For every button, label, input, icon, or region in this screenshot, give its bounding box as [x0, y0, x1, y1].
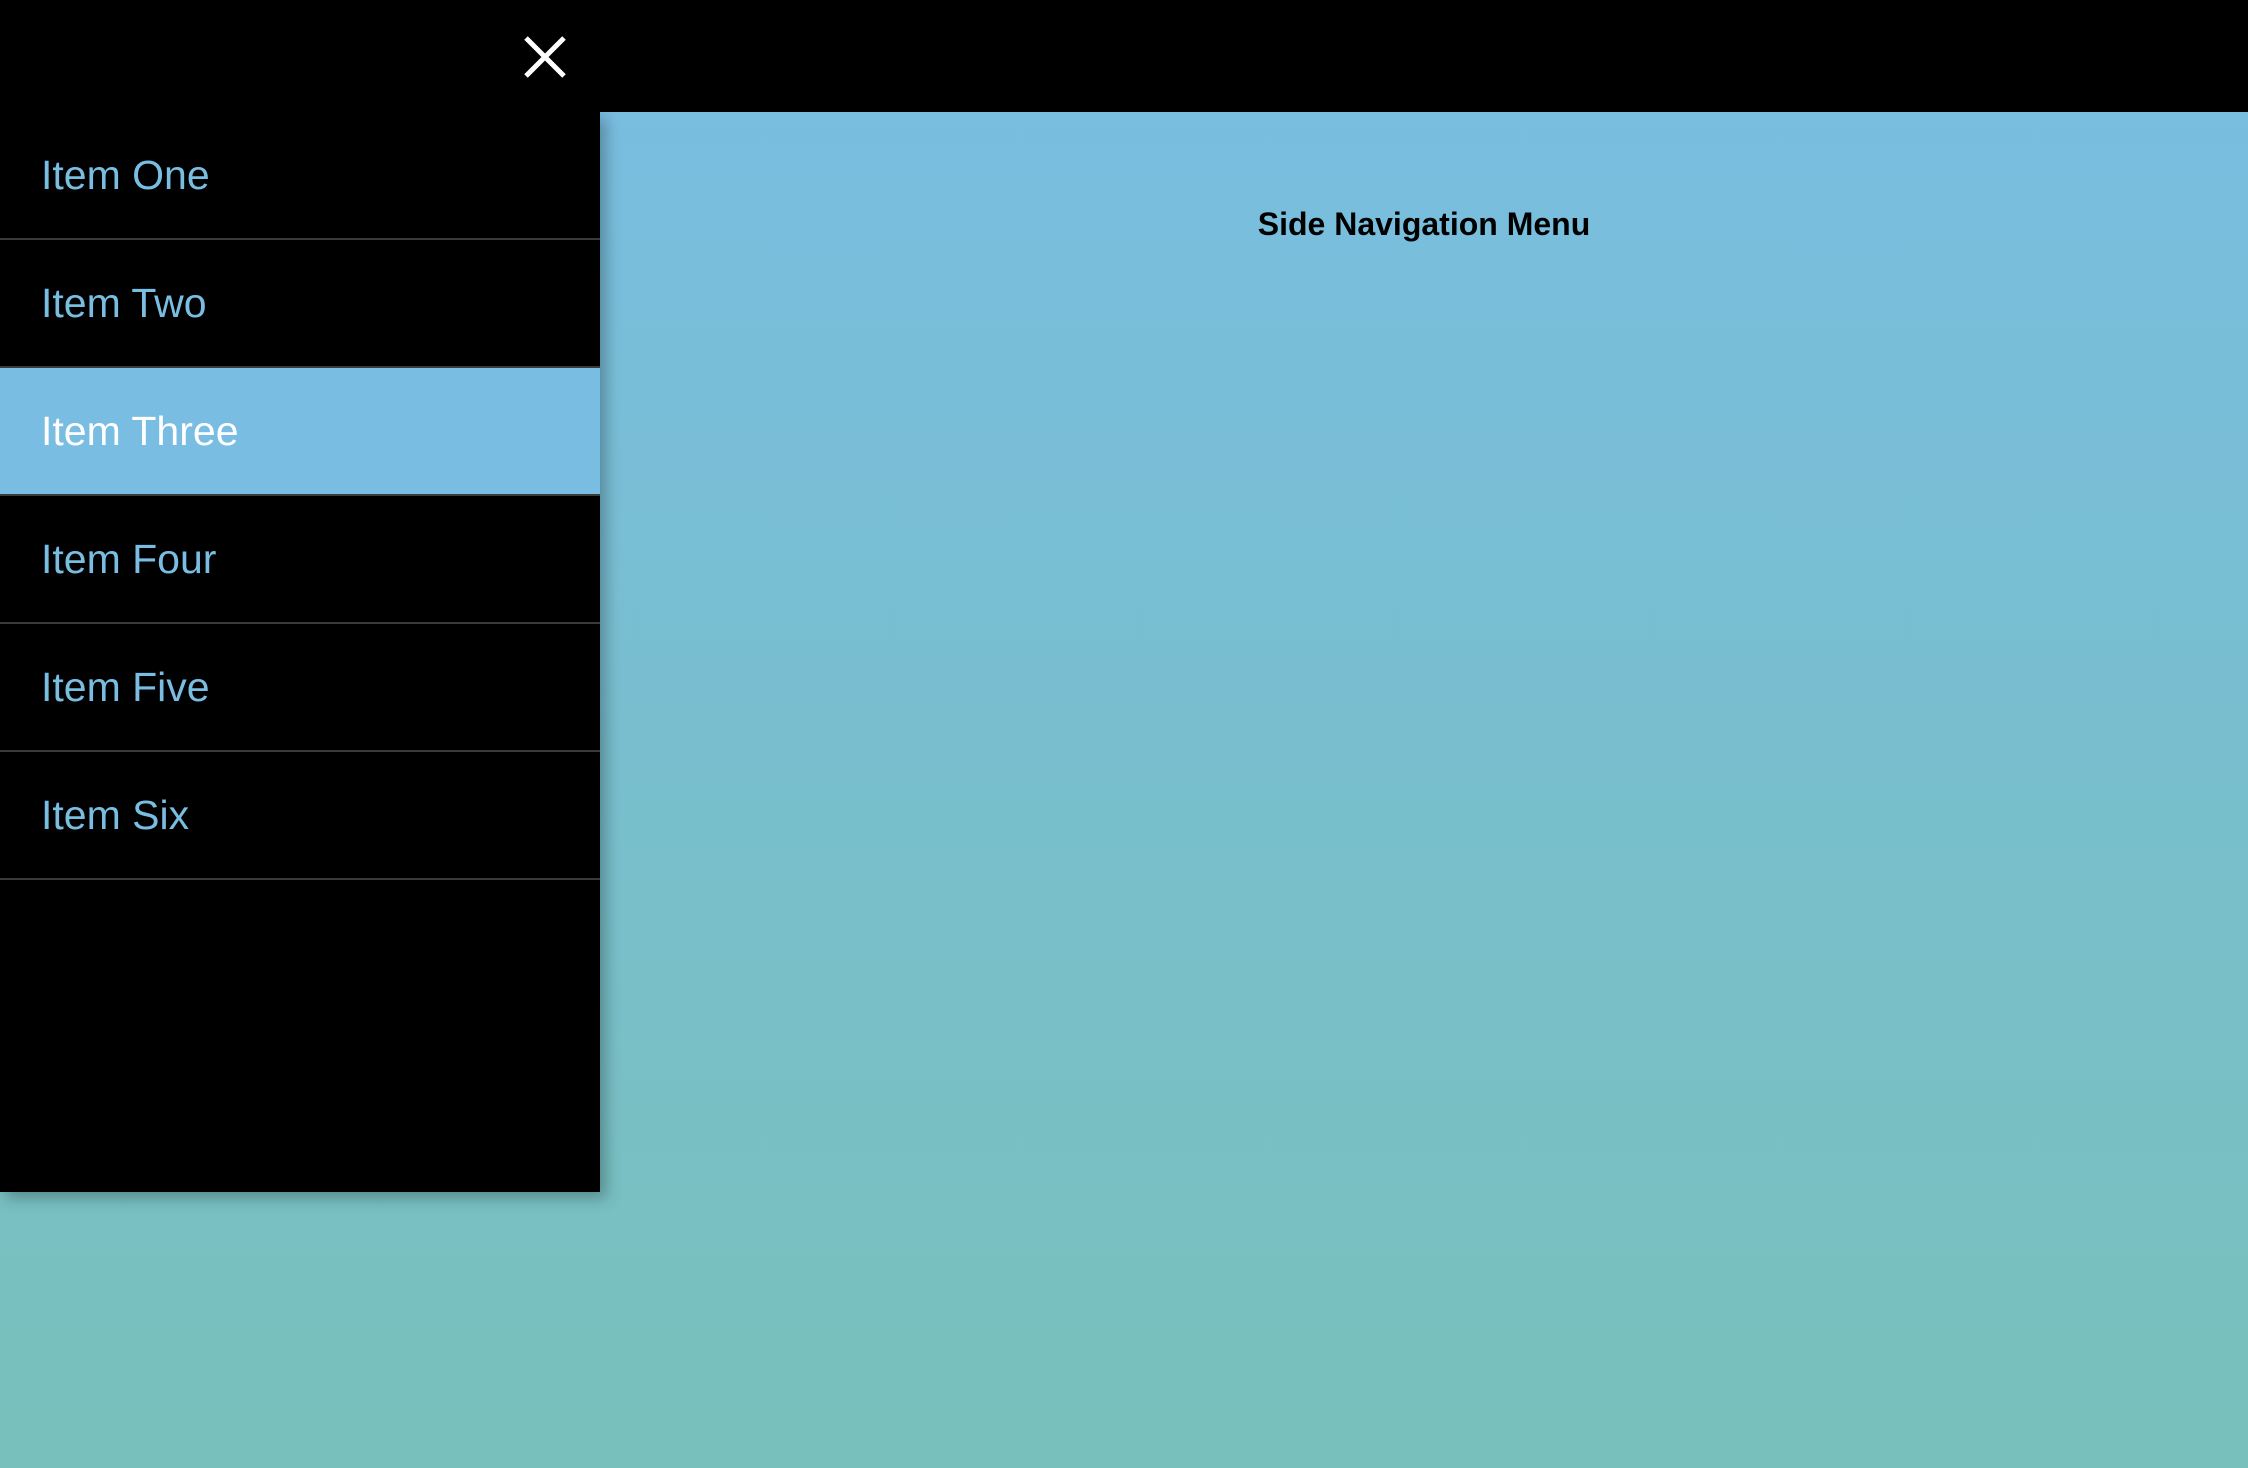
top-bar — [0, 0, 2248, 112]
sidebar-item-four[interactable]: Item Four — [0, 496, 600, 624]
nav-list: Item One Item Two Item Three Item Four I… — [0, 112, 600, 880]
page-title: Side Navigation Menu — [1257, 206, 1591, 242]
close-icon — [524, 36, 566, 78]
sidebar-item-three[interactable]: Item Three — [0, 368, 600, 496]
sidebar-item-one[interactable]: Item One — [0, 112, 600, 240]
sidebar-item-six[interactable]: Item Six — [0, 752, 600, 880]
sidebar-item-five[interactable]: Item Five — [0, 624, 600, 752]
close-button[interactable] — [508, 28, 580, 88]
side-navigation: Item One Item Two Item Three Item Four I… — [0, 112, 600, 1192]
sidebar-item-two[interactable]: Item Two — [0, 240, 600, 368]
